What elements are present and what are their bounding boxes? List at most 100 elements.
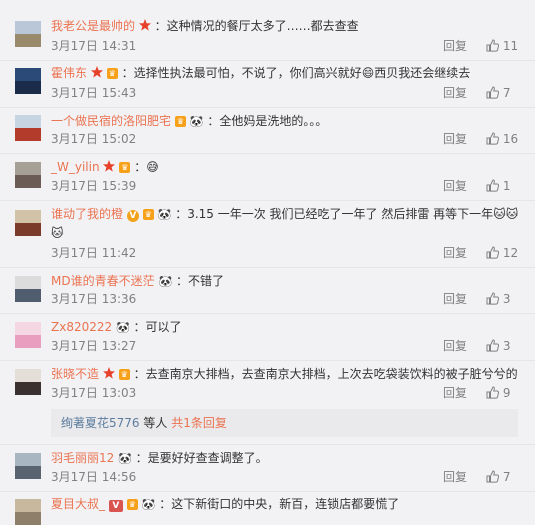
username[interactable]: 谁动了我的橙 [51,207,123,221]
panda-emoji-icon: 🐼 [157,208,172,221]
comment-text: ：3.15 一年一次 我们已经吃了一年了 然后排雷 再等下一年 [175,207,494,221]
star-badge-icon [102,367,115,379]
vip-badge-icon: ♛ [119,162,131,173]
thumbs-up-icon [486,39,500,52]
like-count: 9 [502,386,511,400]
thumbs-up-icon [486,339,500,352]
vip-badge-icon: ♛ [118,369,130,380]
thumbs-up-icon [486,470,500,483]
divider [0,444,535,445]
avatar[interactable] [15,453,41,479]
reply-button[interactable]: 回复 [443,469,467,485]
username[interactable]: 羽毛丽丽12 [51,451,114,465]
timestamp: 3月17日 13:36 [51,292,137,306]
timestamp: 3月17日 13:03 [51,386,137,400]
like-count: 7 [502,86,511,100]
comment-text: ： [134,160,147,174]
cat-emoji-icon: 🐱 [51,226,64,240]
reply-button[interactable]: 回复 [443,131,467,147]
panda-emoji-icon: 🐼 [115,321,130,334]
comment-text: ：这种情况的餐厅太多了……都去查查 [154,19,359,33]
like-button[interactable]: 16 [486,131,518,147]
divider [0,313,535,314]
like-count: 16 [502,132,519,146]
timestamp: 3月17日 11:42 [51,246,137,260]
divider [0,491,535,492]
sweat-emoji-icon: 😅 [146,160,159,174]
avatar[interactable] [15,499,41,525]
thumbs-up-icon [486,246,500,259]
thumbs-up-icon [486,86,500,99]
like-button[interactable]: 7 [486,85,510,101]
avatar[interactable] [15,21,41,47]
avatar[interactable] [15,68,41,94]
like-count: 3 [502,292,511,306]
reply-button[interactable]: 回复 [443,291,467,307]
reply-button[interactable]: 回复 [443,245,467,261]
timestamp: 3月17日 14:56 [51,470,137,484]
reply-button[interactable]: 回复 [443,38,467,54]
vip-badge-icon: ♛ [142,209,154,220]
vip-badge-icon: ♛ [174,116,187,127]
username[interactable]: Zx820222 [51,320,112,334]
divider [0,153,535,154]
sub-reply-user[interactable]: 绚著夏花5776 [61,416,140,430]
cat-emoji-icon: 🐱🐱 [493,207,519,221]
timestamp: 3月17日 15:39 [51,179,137,193]
avatar[interactable] [15,369,41,395]
reply-button[interactable]: 回复 [443,178,467,194]
panda-emoji-icon: 🐼 [141,498,156,511]
like-count: 12 [502,246,519,260]
username[interactable]: MD谁的青春不迷茫 [51,274,155,288]
comment-text: ：全他妈是洗地的。。。 [207,114,328,128]
star-badge-icon [103,160,116,172]
timestamp: 3月17日 13:27 [51,339,137,353]
like-count: 7 [502,470,511,484]
comment-text: ：不错了 [175,274,224,288]
star-badge-icon [138,19,151,31]
like-button[interactable]: 3 [486,338,510,354]
timestamp: 3月17日 14:31 [51,39,137,53]
like-button[interactable]: 12 [486,245,518,261]
avatar[interactable] [15,115,41,141]
reply-button[interactable]: 回复 [443,85,467,101]
username[interactable]: _W_yilin [51,160,100,174]
like-button[interactable]: 3 [486,291,510,307]
username[interactable]: 我老公是最帅的 [51,19,135,33]
comment-text: ：这下新街口的中央，新百，连锁店都要慌了 [159,497,400,511]
verified-badge-icon: V [108,500,123,512]
sub-reply-mid: 等人 [139,416,172,430]
avatar[interactable] [15,322,41,348]
like-count: 1 [502,179,511,193]
like-button[interactable]: 9 [486,385,510,401]
reply-button[interactable]: 回复 [443,338,467,354]
divider [0,200,535,201]
username[interactable]: 霍伟东 [51,66,87,80]
username[interactable]: 夏目大叔_ [51,497,105,511]
like-button[interactable]: 1 [486,178,510,194]
avatar[interactable] [15,162,41,188]
like-button[interactable]: 11 [486,38,518,54]
panda-emoji-icon: 🐼 [158,275,173,288]
sub-reply-count[interactable]: 共1条回复 [171,416,227,430]
divider [0,267,535,268]
like-button[interactable]: 7 [486,469,510,485]
thumbs-up-icon [486,292,500,305]
thumbs-up-icon [486,386,500,399]
comment-text-2: 西贝我还会继续去 [374,66,471,80]
sub-reply-summary[interactable]: 绚著夏花5776 等人 共1条回复 [51,409,518,437]
thumbs-up-icon [486,132,500,145]
like-count: 11 [502,39,519,53]
comment-text: ：可以了 [133,320,182,334]
comment-text: ：选择性执法最可怕，不说了，你们高兴就好 [121,66,362,80]
avatar[interactable] [15,276,41,302]
vip-badge-icon: ♛ [106,68,118,79]
reply-button[interactable]: 回复 [443,385,467,401]
avatar[interactable] [15,210,41,236]
thumbs-up-icon [486,179,500,192]
vip-badge-icon: ♛ [126,499,138,510]
username[interactable]: 一个做民宿的洛阳肥宅 [51,114,171,128]
divider [0,107,535,108]
laugh-emoji-icon: 😄 [361,66,375,80]
username[interactable]: 张晓不造 [51,367,99,381]
